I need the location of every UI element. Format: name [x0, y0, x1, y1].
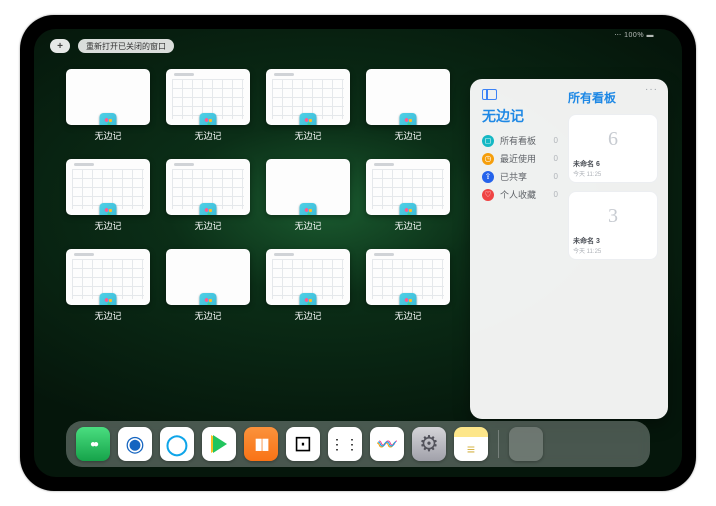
- freeform-app-icon: [300, 113, 317, 125]
- sidebar-icon: [482, 89, 497, 100]
- window-thumbnail[interactable]: [66, 249, 150, 305]
- window-thumbnail[interactable]: [266, 159, 350, 215]
- category-count: 0: [554, 190, 558, 199]
- grid-app-icon[interactable]: [328, 427, 362, 461]
- window-tile[interactable]: 无边记: [264, 249, 352, 327]
- window-label: 无边记: [394, 129, 421, 142]
- freeform-app-icon: [200, 113, 217, 125]
- window-thumbnail[interactable]: [266, 69, 350, 125]
- category-label: 个人收藏: [500, 188, 536, 201]
- reopen-closed-window-button[interactable]: 重新打开已关闭的窗口: [78, 39, 174, 53]
- window-label: 无边记: [294, 309, 321, 322]
- window-thumbnail[interactable]: [266, 249, 350, 305]
- freeform-app-icon: [100, 203, 117, 215]
- window-thumbnail[interactable]: [166, 249, 250, 305]
- window-tile[interactable]: 无边记: [64, 69, 152, 147]
- freeform-app-icon: [100, 293, 117, 305]
- freeform-app-icon: [400, 293, 417, 305]
- board-card[interactable]: 6未命名 6今天 11:25: [568, 114, 658, 183]
- game-icon[interactable]: [286, 427, 320, 461]
- dock-separator: [498, 430, 499, 458]
- app-library-icon[interactable]: [509, 427, 543, 461]
- window-thumbnail[interactable]: [366, 249, 450, 305]
- category-label: 所有看板: [500, 134, 536, 147]
- window-label: 无边记: [194, 309, 221, 322]
- window-label: 无边记: [94, 129, 121, 142]
- window-tile[interactable]: 无边记: [64, 159, 152, 237]
- window-label: 无边记: [94, 219, 121, 232]
- freeform-app-icon: [400, 113, 417, 125]
- sidebar-row[interactable]: ◻ 所有看板 0: [482, 134, 558, 147]
- window-tile[interactable]: 无边记: [364, 69, 452, 147]
- board-card[interactable]: 3未命名 3今天 11:25: [568, 191, 658, 260]
- window-label: 无边记: [294, 219, 321, 232]
- window-grid: 无边记无边记无边记无边记无边记无边记无边记无边记无边记无边记无边记无边记: [64, 69, 452, 419]
- safari-icon[interactable]: [118, 427, 152, 461]
- sidebar-row[interactable]: ⇪ 已共享 0: [482, 170, 558, 183]
- category-label: 最近使用: [500, 152, 536, 165]
- window-tile[interactable]: 无边记: [164, 249, 252, 327]
- freeform-app-icon: [200, 203, 217, 215]
- freeform-app-icon: [100, 113, 117, 125]
- window-label: 无边记: [294, 129, 321, 142]
- freeform-app-icon: [300, 293, 317, 305]
- board-title: 未命名 6: [573, 159, 653, 169]
- settings-icon[interactable]: [412, 427, 446, 461]
- window-label: 无边记: [94, 309, 121, 322]
- wechat-icon[interactable]: [76, 427, 110, 461]
- freeform-app-icon: [200, 293, 217, 305]
- window-label: 无边记: [394, 219, 421, 232]
- category-icon: ♡: [482, 189, 494, 201]
- category-icon: ◻: [482, 135, 494, 147]
- window-thumbnail[interactable]: [166, 159, 250, 215]
- window-thumbnail[interactable]: [366, 69, 450, 125]
- window-tile[interactable]: 无边记: [64, 249, 152, 327]
- sidebar-row[interactable]: ◷ 最近使用 0: [482, 152, 558, 165]
- window-label: 无边记: [194, 219, 221, 232]
- category-count: 0: [554, 154, 558, 163]
- category-label: 已共享: [500, 170, 527, 183]
- panel-more-icon[interactable]: ···: [645, 84, 658, 95]
- category-icon: ⇪: [482, 171, 494, 183]
- top-bar: + 重新打开已关闭的窗口: [50, 39, 174, 53]
- freeform-app-icon: [400, 203, 417, 215]
- panel-app-title: 无边记: [482, 106, 558, 126]
- ipad-device: ⋯ 100% ▬ + 重新打开已关闭的窗口 无边记无边记无边记无边记无边记无边记…: [20, 15, 696, 491]
- status-bar: ⋯ 100% ▬: [614, 31, 654, 39]
- category-count: 0: [554, 136, 558, 145]
- panel-right-column: 所有看板 6未命名 6今天 11:253未命名 3今天 11:25: [568, 89, 658, 411]
- window-tile[interactable]: 无边记: [164, 69, 252, 147]
- new-window-button[interactable]: +: [50, 39, 70, 53]
- window-label: 无边记: [394, 309, 421, 322]
- board-thumbnail: 6: [573, 119, 653, 159]
- video-icon[interactable]: [202, 427, 236, 461]
- dock: [66, 421, 650, 467]
- freeform-app-icon: [300, 203, 317, 215]
- window-thumbnail[interactable]: [166, 69, 250, 125]
- board-timestamp: 今天 11:25: [573, 169, 653, 178]
- browser-icon[interactable]: [160, 427, 194, 461]
- window-tile[interactable]: 无边记: [364, 249, 452, 327]
- board-timestamp: 今天 11:25: [573, 246, 653, 255]
- category-count: 0: [554, 172, 558, 181]
- window-tile[interactable]: 无边记: [364, 159, 452, 237]
- window-tile[interactable]: 无边记: [164, 159, 252, 237]
- window-tile[interactable]: 无边记: [264, 159, 352, 237]
- sidebar-row[interactable]: ♡ 个人收藏 0: [482, 188, 558, 201]
- window-thumbnail[interactable]: [66, 69, 150, 125]
- window-thumbnail[interactable]: [66, 159, 150, 215]
- books-icon[interactable]: [244, 427, 278, 461]
- screen: ⋯ 100% ▬ + 重新打开已关闭的窗口 无边记无边记无边记无边记无边记无边记…: [34, 29, 682, 477]
- window-tile[interactable]: 无边记: [264, 69, 352, 147]
- board-title: 未命名 3: [573, 236, 653, 246]
- category-icon: ◷: [482, 153, 494, 165]
- window-thumbnail[interactable]: [366, 159, 450, 215]
- panel-left-column: 无边记 ◻ 所有看板 0 ◷ 最近使用 0 ⇪ 已共享 0 ♡ 个人收藏 0: [482, 89, 558, 411]
- freeform-preview-panel[interactable]: ··· 无边记 ◻所有看板0◷最近使用0⇪已共享0♡个人收藏0 所有看板 6未命…: [470, 79, 668, 419]
- freeform-icon[interactable]: [370, 427, 404, 461]
- window-label: 无边记: [194, 129, 221, 142]
- notes-icon[interactable]: [454, 427, 488, 461]
- content-area: 无边记无边记无边记无边记无边记无边记无边记无边记无边记无边记无边记无边记 ···…: [64, 69, 668, 419]
- board-thumbnail: 3: [573, 196, 653, 236]
